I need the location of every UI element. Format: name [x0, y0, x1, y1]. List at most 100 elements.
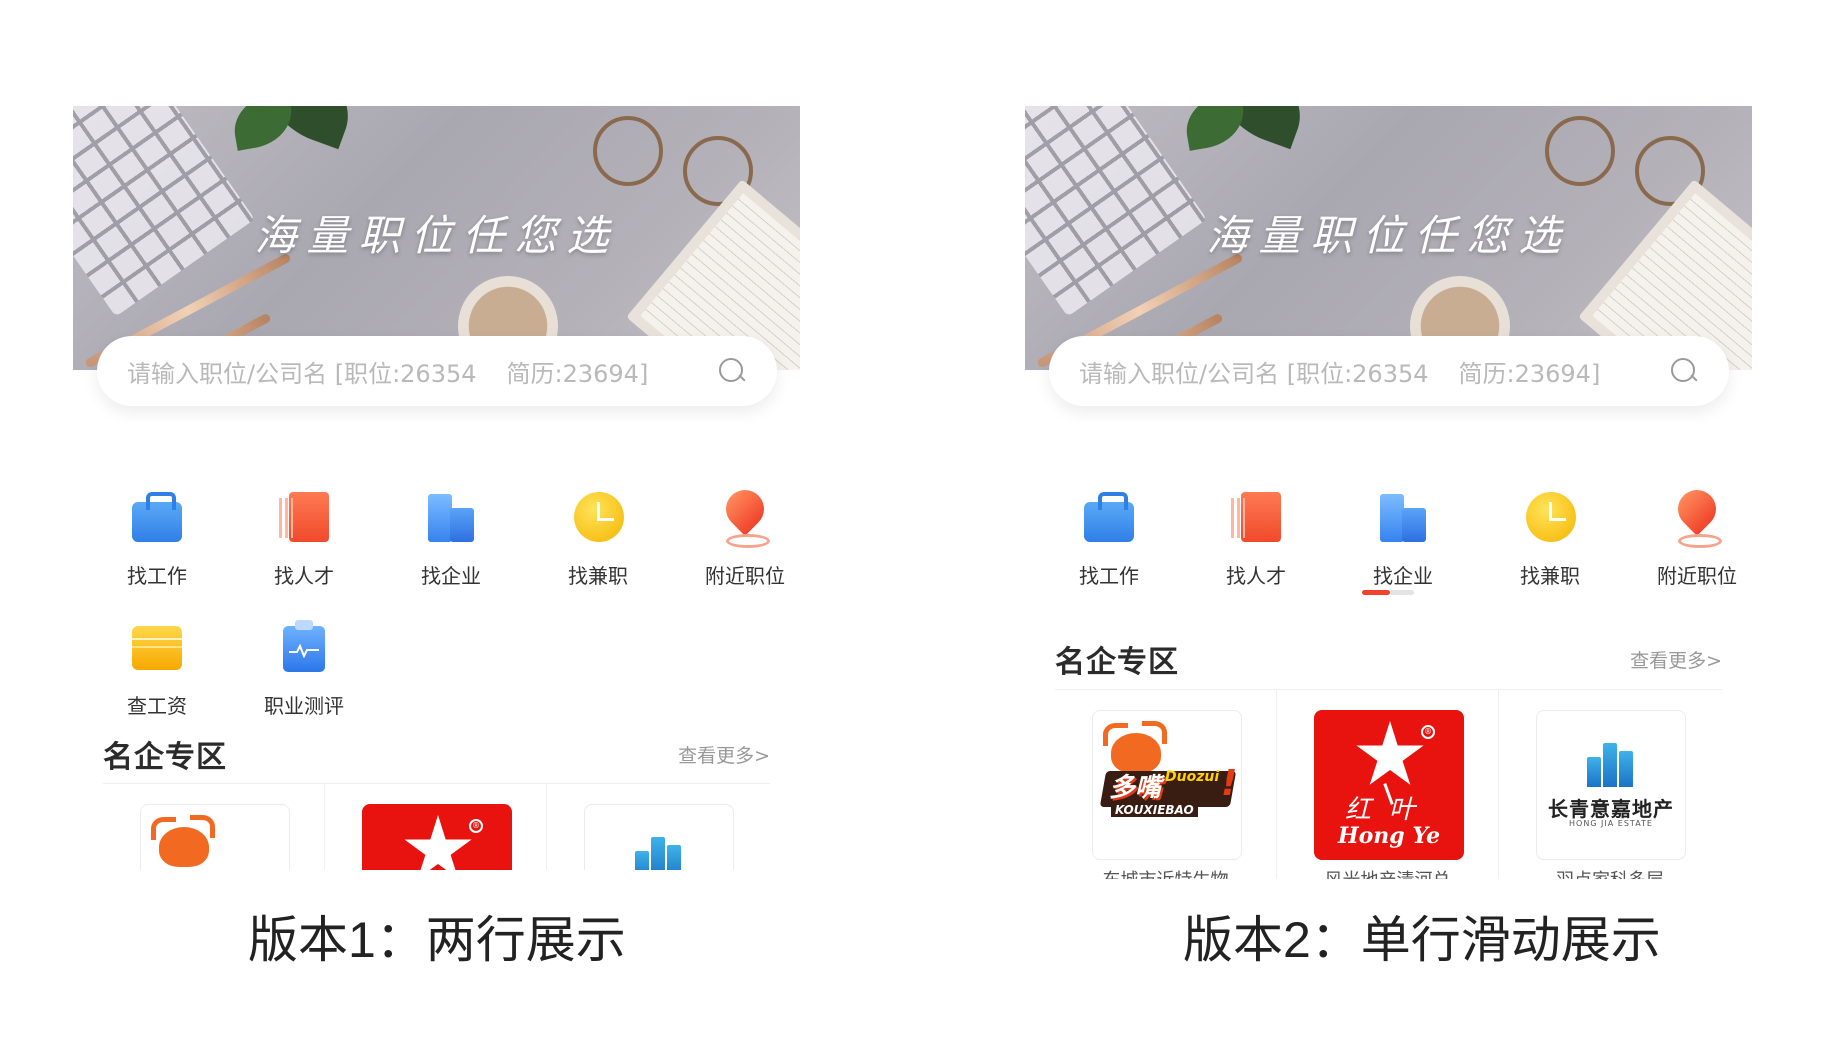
banner-slogan: 海量职位任您选: [254, 211, 619, 260]
company-card[interactable]: ® 红叶 Hong Ye 风光地产清河总: [1277, 690, 1499, 879]
briefcase-icon: [1082, 488, 1136, 546]
page-dot[interactable]: [1390, 590, 1414, 595]
company-card[interactable]: 长青意嘉地产 HONG JIA ESTATE 羽点家科多层: [1499, 690, 1721, 879]
grid-item-label: 附近职位: [1657, 564, 1737, 588]
duozui-logo: 多嘴 Duozui KOUXIEBAO !: [1092, 710, 1242, 860]
building-icon: [424, 488, 478, 546]
logo-text-cn: 多嘴: [1109, 773, 1162, 803]
location-pin-icon: [1670, 488, 1724, 548]
company-card[interactable]: 多嘴 Duozui KOUXIEBAO ! 东城市近特生物: [1055, 690, 1277, 879]
building-icon: [1619, 751, 1633, 787]
logo-text-en: Hong Ye: [1337, 823, 1441, 849]
crab-icon: [151, 815, 215, 867]
changqing-logo: [584, 804, 734, 870]
company-name: 羽点家科多层: [1499, 870, 1721, 879]
grid-item-find-company[interactable]: 找企业: [1343, 488, 1463, 589]
company-name: 东城市近特生物: [1055, 870, 1276, 879]
grid-item-nearby-jobs[interactable]: 附近职位: [685, 488, 805, 589]
logo-text-cn: 长青意嘉地产: [1548, 797, 1674, 821]
logo-text-cn: 红叶: [1344, 795, 1433, 825]
changqing-logo: 长青意嘉地产 HONG JIA ESTATE: [1536, 710, 1686, 860]
search-placeholder-prefix: 请输入职位/公司名 [职位:26354: [1079, 359, 1429, 388]
section-title: 名企专区: [103, 740, 227, 775]
search-input[interactable]: 请输入职位/公司名 [职位:26354 简历:23694]: [127, 354, 717, 389]
grid-item-label: 附近职位: [705, 564, 785, 588]
hero-banner: 海量职位任您选: [1025, 106, 1752, 370]
version-1-mockup: 海量职位任您选 请输入职位/公司名 [职位:26354 简历:23694] 找工作…: [73, 106, 800, 870]
grid-item-label: 找企业: [421, 564, 481, 588]
grid-item-find-company[interactable]: 找企业: [391, 488, 511, 589]
clock-icon: [571, 488, 625, 546]
view-more-link[interactable]: 查看更多>: [1630, 646, 1722, 673]
grid-item-find-job[interactable]: 找工作: [1049, 488, 1169, 589]
resume-icon: [277, 488, 331, 546]
search-placeholder-suffix: 简历:23694]: [1458, 359, 1601, 388]
resume-icon: [1229, 488, 1283, 546]
search-input[interactable]: 请输入职位/公司名 [职位:26354 简历:23694]: [1079, 354, 1669, 389]
grid-item-label: 找人才: [1226, 564, 1286, 588]
grid-item-label: 找工作: [1079, 564, 1139, 588]
maple-leaf-icon: [404, 815, 472, 870]
logo-text-sub: KOUXIEBAO: [1111, 803, 1198, 817]
logo-text-en: HONG JIA ESTATE: [1569, 819, 1653, 828]
logo-text-en: Duozui: [1165, 769, 1220, 785]
banner-slogan: 海量职位任您选: [1206, 211, 1571, 260]
grid-item-nearby-jobs[interactable]: 附近职位: [1637, 488, 1757, 589]
building-icon: [635, 851, 649, 870]
hongye-logo: ®: [362, 804, 512, 870]
leaf-decoration: [1181, 106, 1249, 151]
building-icon: [1603, 743, 1617, 787]
company-card[interactable]: [547, 784, 769, 870]
grid-item-label: 找兼职: [1520, 564, 1580, 588]
grid-item-part-time[interactable]: 找兼职: [1490, 488, 1610, 589]
company-card[interactable]: ®: [325, 784, 547, 870]
search-placeholder-prefix: 请输入职位/公司名 [职位:26354: [127, 359, 477, 388]
grid-item-label: 找兼职: [568, 564, 628, 588]
registered-mark: ®: [469, 819, 483, 833]
search-bar[interactable]: 请输入职位/公司名 [职位:26354 简历:23694]: [97, 336, 777, 406]
grid-item-label: 职业测评: [264, 694, 344, 718]
version-1-caption: 版本1：两行展示: [248, 912, 626, 968]
building-icon: [667, 845, 681, 870]
building-icon: [651, 837, 665, 870]
grid-item-label: 找工作: [127, 564, 187, 588]
glasses-decoration: [593, 116, 663, 186]
building-icon: [1376, 488, 1430, 546]
grid-item-find-talent[interactable]: 找人才: [1196, 488, 1316, 589]
grid-item-career-assessment[interactable]: 职业测评: [244, 618, 364, 719]
version-2-caption: 版本2：单行滑动展示: [1183, 912, 1661, 968]
registered-mark: ®: [1421, 725, 1435, 739]
logo-exclamation: !: [1221, 763, 1238, 804]
comparison-page: 海量职位任您选 请输入职位/公司名 [职位:26354 简历:23694] 找工作…: [0, 0, 1823, 1057]
leaf-decoration: [229, 106, 297, 151]
hero-banner: 海量职位任您选: [73, 106, 800, 370]
search-bar[interactable]: 请输入职位/公司名 [职位:26354 简历:23694]: [1049, 336, 1729, 406]
maple-leaf-icon: [1356, 721, 1424, 785]
section-header: 名企专区 查看更多>: [1055, 637, 1722, 681]
page-dot-active[interactable]: [1362, 590, 1390, 595]
page-indicator[interactable]: [1362, 590, 1414, 595]
wallet-icon: [130, 618, 184, 676]
clipboard-pulse-icon: [277, 618, 331, 676]
building-icon: [1587, 757, 1601, 787]
section-title: 名企专区: [1055, 645, 1179, 680]
company-cards: 多嘴 Duozui KOUXIEBAO ! 东城市近特生物 ® 红叶 Hong …: [1055, 689, 1722, 879]
company-card[interactable]: [103, 784, 325, 870]
clock-icon: [1523, 488, 1577, 546]
version-2-mockup: 海量职位任您选 请输入职位/公司名 [职位:26354 简历:23694] 找工作…: [1025, 106, 1752, 879]
company-cards: ®: [103, 783, 770, 870]
briefcase-icon: [130, 488, 184, 546]
grid-item-part-time[interactable]: 找兼职: [538, 488, 658, 589]
glasses-decoration: [1545, 116, 1615, 186]
location-pin-icon: [718, 488, 772, 548]
grid-item-find-talent[interactable]: 找人才: [244, 488, 364, 589]
search-icon[interactable]: [717, 356, 747, 386]
grid-item-label: 找企业: [1373, 564, 1433, 588]
search-placeholder-suffix: 简历:23694]: [506, 359, 649, 388]
view-more-link[interactable]: 查看更多>: [678, 741, 770, 768]
section-header: 名企专区 查看更多>: [103, 732, 770, 776]
grid-item-find-job[interactable]: 找工作: [97, 488, 217, 589]
grid-item-check-salary[interactable]: 查工资: [97, 618, 217, 719]
company-name: 风光地产清河总: [1277, 870, 1498, 879]
search-icon[interactable]: [1669, 356, 1699, 386]
